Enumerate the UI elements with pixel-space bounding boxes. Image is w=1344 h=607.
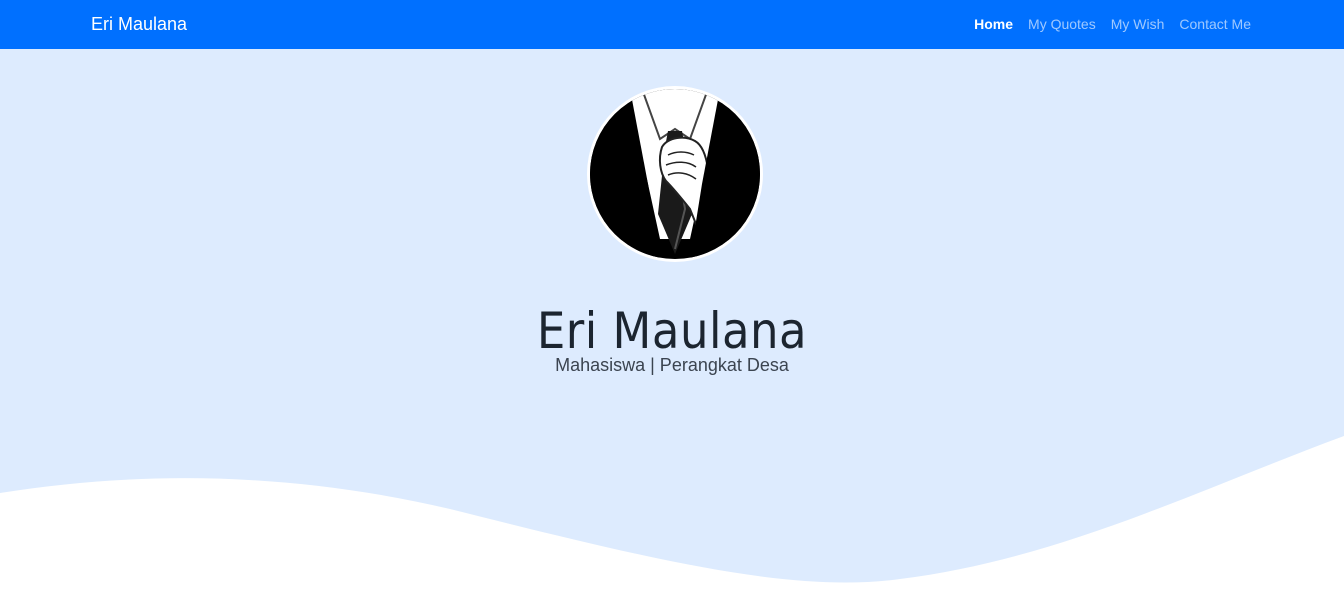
hero-name: Eri Maulana [536,301,808,360]
nav-link-my-wish[interactable]: My Wish [1111,15,1165,33]
nav-link-contact-me[interactable]: Contact Me [1179,15,1251,33]
suit-and-tie-avatar-icon [590,89,760,259]
hero-subtitle: Mahasiswa | Perangkat Desa [555,355,789,375]
nav-links: Home My Quotes My Wish Contact Me [959,15,1251,33]
nav-link-home[interactable]: Home [974,15,1013,33]
navbar-brand[interactable]: Eri Maulana [91,13,187,35]
nav-link-my-quotes[interactable]: My Quotes [1028,15,1096,33]
navbar: Eri Maulana Home My Quotes My Wish Conta… [0,0,1344,49]
avatar [587,86,763,262]
